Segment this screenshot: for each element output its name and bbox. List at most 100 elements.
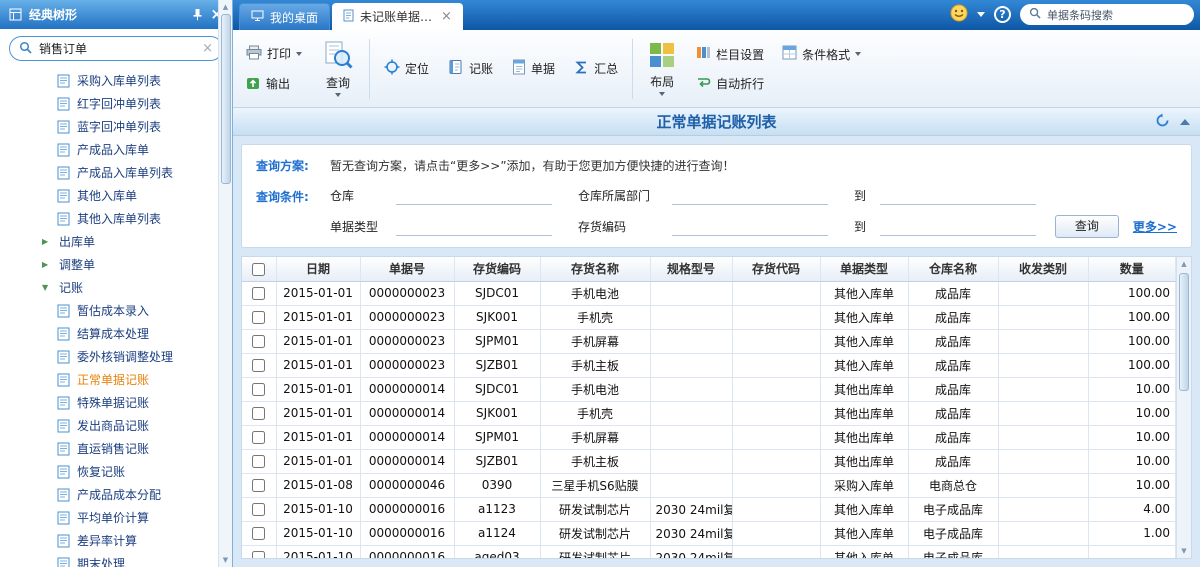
row-checkbox[interactable] bbox=[252, 479, 265, 492]
tree-item[interactable]: 直运销售记账 bbox=[0, 437, 232, 460]
doc-type-input[interactable] bbox=[396, 219, 552, 236]
doc-button[interactable]: 单据 bbox=[507, 57, 560, 80]
tree-item[interactable]: 恢复记账 bbox=[0, 460, 232, 483]
tree-item[interactable]: 蓝字回冲单列表 bbox=[0, 115, 232, 138]
chevron-down-icon[interactable] bbox=[296, 52, 302, 56]
table-row[interactable]: 2015-01-0800000000460390三星手机S6贴膜采购入库单电商总… bbox=[242, 473, 1176, 497]
warehouse-dept-to-input[interactable] bbox=[880, 188, 1036, 205]
chevron-down-icon[interactable] bbox=[977, 12, 985, 17]
column-header[interactable]: 存货编码 bbox=[454, 257, 540, 281]
more-link[interactable]: 更多>> bbox=[1133, 218, 1177, 235]
export-button[interactable]: 输出 bbox=[241, 73, 307, 95]
tab-close-icon[interactable]: × bbox=[441, 10, 452, 23]
tree-item[interactable]: 采购入库单列表 bbox=[0, 69, 232, 92]
tree-item[interactable]: 期末处理 bbox=[0, 552, 232, 567]
tree-item[interactable]: 委外核销调整处理 bbox=[0, 345, 232, 368]
table-row[interactable]: 2015-01-010000000023SJDC01手机电池其他入库单成品库10… bbox=[242, 281, 1176, 305]
table-row[interactable]: 2015-01-100000000016a1123研发试制芯片2030 24mi… bbox=[242, 497, 1176, 521]
sidebar-scrollbar[interactable]: ▲ ▼ bbox=[218, 0, 232, 567]
table-row[interactable]: 2015-01-010000000014SJZB01手机主板其他出库单成品库10… bbox=[242, 449, 1176, 473]
table-row[interactable]: 2015-01-100000000016a1124研发试制芯片2030 24mi… bbox=[242, 521, 1176, 545]
row-checkbox[interactable] bbox=[252, 431, 265, 444]
query-button[interactable]: 查询 bbox=[1055, 215, 1119, 238]
column-header[interactable]: 单据类型 bbox=[820, 257, 908, 281]
column-header[interactable]: 数量 bbox=[1088, 257, 1176, 281]
tree-item[interactable]: 特殊单据记账 bbox=[0, 391, 232, 414]
tab-unbooked-docs[interactable]: 未记账单据… × bbox=[332, 3, 463, 30]
column-header[interactable]: 存货代码 bbox=[732, 257, 820, 281]
chevron-down-icon[interactable] bbox=[855, 52, 861, 56]
table-scrollbar[interactable]: ▲ ▼ bbox=[1176, 257, 1191, 558]
row-checkbox[interactable] bbox=[252, 503, 265, 516]
warehouse-input[interactable] bbox=[396, 188, 552, 205]
tab-my-desktop[interactable]: 我的桌面 bbox=[239, 3, 330, 30]
tree-item[interactable]: 差异率计算 bbox=[0, 529, 232, 552]
scroll-up-icon[interactable]: ▲ bbox=[223, 0, 228, 14]
scrollbar-thumb[interactable] bbox=[1179, 273, 1189, 391]
scrollbar-thumb[interactable] bbox=[221, 14, 231, 184]
scroll-down-icon[interactable]: ▼ bbox=[1181, 544, 1186, 558]
auto-wrap-button[interactable]: 自动折行 bbox=[691, 73, 769, 94]
table-row[interactable]: 2015-01-010000000023SJPM01手机屏幕其他入库单成品库10… bbox=[242, 329, 1176, 353]
tree-item[interactable]: ▼记账 bbox=[0, 276, 232, 299]
tree-item[interactable]: 结算成本处理 bbox=[0, 322, 232, 345]
tree-item[interactable]: 产成品成本分配 bbox=[0, 483, 232, 506]
emoticon-icon[interactable] bbox=[950, 4, 968, 25]
row-checkbox[interactable] bbox=[252, 551, 265, 558]
print-button[interactable]: 打印 bbox=[241, 43, 307, 65]
chevron-down-icon[interactable] bbox=[659, 92, 665, 96]
book-button[interactable]: 记账 bbox=[443, 57, 498, 80]
tree-item[interactable]: ▶调整单 bbox=[0, 253, 232, 276]
column-header[interactable]: 仓库名称 bbox=[908, 257, 998, 281]
table-row[interactable]: 2015-01-100000000016aqed03研发试制芯片2030 24m… bbox=[242, 545, 1176, 558]
row-checkbox[interactable] bbox=[252, 335, 265, 348]
pin-icon[interactable] bbox=[192, 8, 203, 21]
table-row[interactable]: 2015-01-010000000023SJZB01手机主板其他入库单成品库10… bbox=[242, 353, 1176, 377]
query-button-big[interactable]: 查询 bbox=[316, 39, 360, 99]
locate-button[interactable]: 定位 bbox=[379, 57, 434, 80]
tree-item[interactable]: 发出商品记账 bbox=[0, 414, 232, 437]
inv-code-to-input[interactable] bbox=[880, 219, 1036, 236]
column-header[interactable]: 日期 bbox=[276, 257, 360, 281]
scroll-up-icon[interactable]: ▲ bbox=[1181, 257, 1186, 271]
scroll-down-icon[interactable]: ▼ bbox=[223, 553, 228, 567]
tree-item[interactable]: 红字回冲单列表 bbox=[0, 92, 232, 115]
row-checkbox[interactable] bbox=[252, 383, 265, 396]
barcode-search-input[interactable]: 单据条码搜索 bbox=[1020, 4, 1194, 25]
row-checkbox[interactable] bbox=[252, 455, 265, 468]
collapse-icon[interactable]: ▼ bbox=[42, 283, 52, 292]
table-row[interactable]: 2015-01-010000000014SJPM01手机屏幕其他出库单成品库10… bbox=[242, 425, 1176, 449]
help-icon[interactable]: ? bbox=[994, 6, 1011, 23]
chevron-down-icon[interactable] bbox=[335, 93, 341, 97]
tree-item[interactable]: 产成品入库单列表 bbox=[0, 161, 232, 184]
row-checkbox[interactable] bbox=[252, 407, 265, 420]
layout-button[interactable]: 布局 bbox=[642, 40, 682, 98]
clear-search-icon[interactable]: × bbox=[202, 41, 213, 56]
column-header[interactable]: 规格型号 bbox=[650, 257, 732, 281]
collapse-panel-icon[interactable] bbox=[1180, 119, 1190, 125]
tree-item[interactable]: 平均单价计算 bbox=[0, 506, 232, 529]
summary-button[interactable]: 汇总 bbox=[569, 58, 623, 80]
refresh-icon[interactable] bbox=[1155, 113, 1170, 131]
row-checkbox[interactable] bbox=[252, 527, 265, 540]
column-header[interactable]: 存货名称 bbox=[540, 257, 650, 281]
tree-item[interactable]: ▶出库单 bbox=[0, 230, 232, 253]
column-header[interactable]: 收发类别 bbox=[998, 257, 1088, 281]
tree-item[interactable]: 其他入库单 bbox=[0, 184, 232, 207]
column-header[interactable]: 单据号 bbox=[360, 257, 454, 281]
row-checkbox[interactable] bbox=[252, 287, 265, 300]
tree-item[interactable]: 暂估成本录入 bbox=[0, 299, 232, 322]
tree-item[interactable]: 产成品入库单 bbox=[0, 138, 232, 161]
sidebar-search-input[interactable]: 销售订单 × bbox=[9, 36, 223, 61]
tree-item[interactable]: 其他入库单列表 bbox=[0, 207, 232, 230]
expand-icon[interactable]: ▶ bbox=[42, 237, 52, 246]
column-settings-button[interactable]: 栏目设置 bbox=[691, 43, 769, 65]
table-row[interactable]: 2015-01-010000000014SJK001手机壳其他出库单成品库10.… bbox=[242, 401, 1176, 425]
conditional-format-button[interactable]: 条件格式 bbox=[777, 43, 866, 65]
inv-code-input[interactable] bbox=[672, 219, 828, 236]
select-all-checkbox[interactable] bbox=[252, 263, 265, 276]
table-row[interactable]: 2015-01-010000000014SJDC01手机电池其他出库单成品库10… bbox=[242, 377, 1176, 401]
table-row[interactable]: 2015-01-010000000023SJK001手机壳其他入库单成品库100… bbox=[242, 305, 1176, 329]
row-checkbox[interactable] bbox=[252, 359, 265, 372]
expand-icon[interactable]: ▶ bbox=[42, 260, 52, 269]
